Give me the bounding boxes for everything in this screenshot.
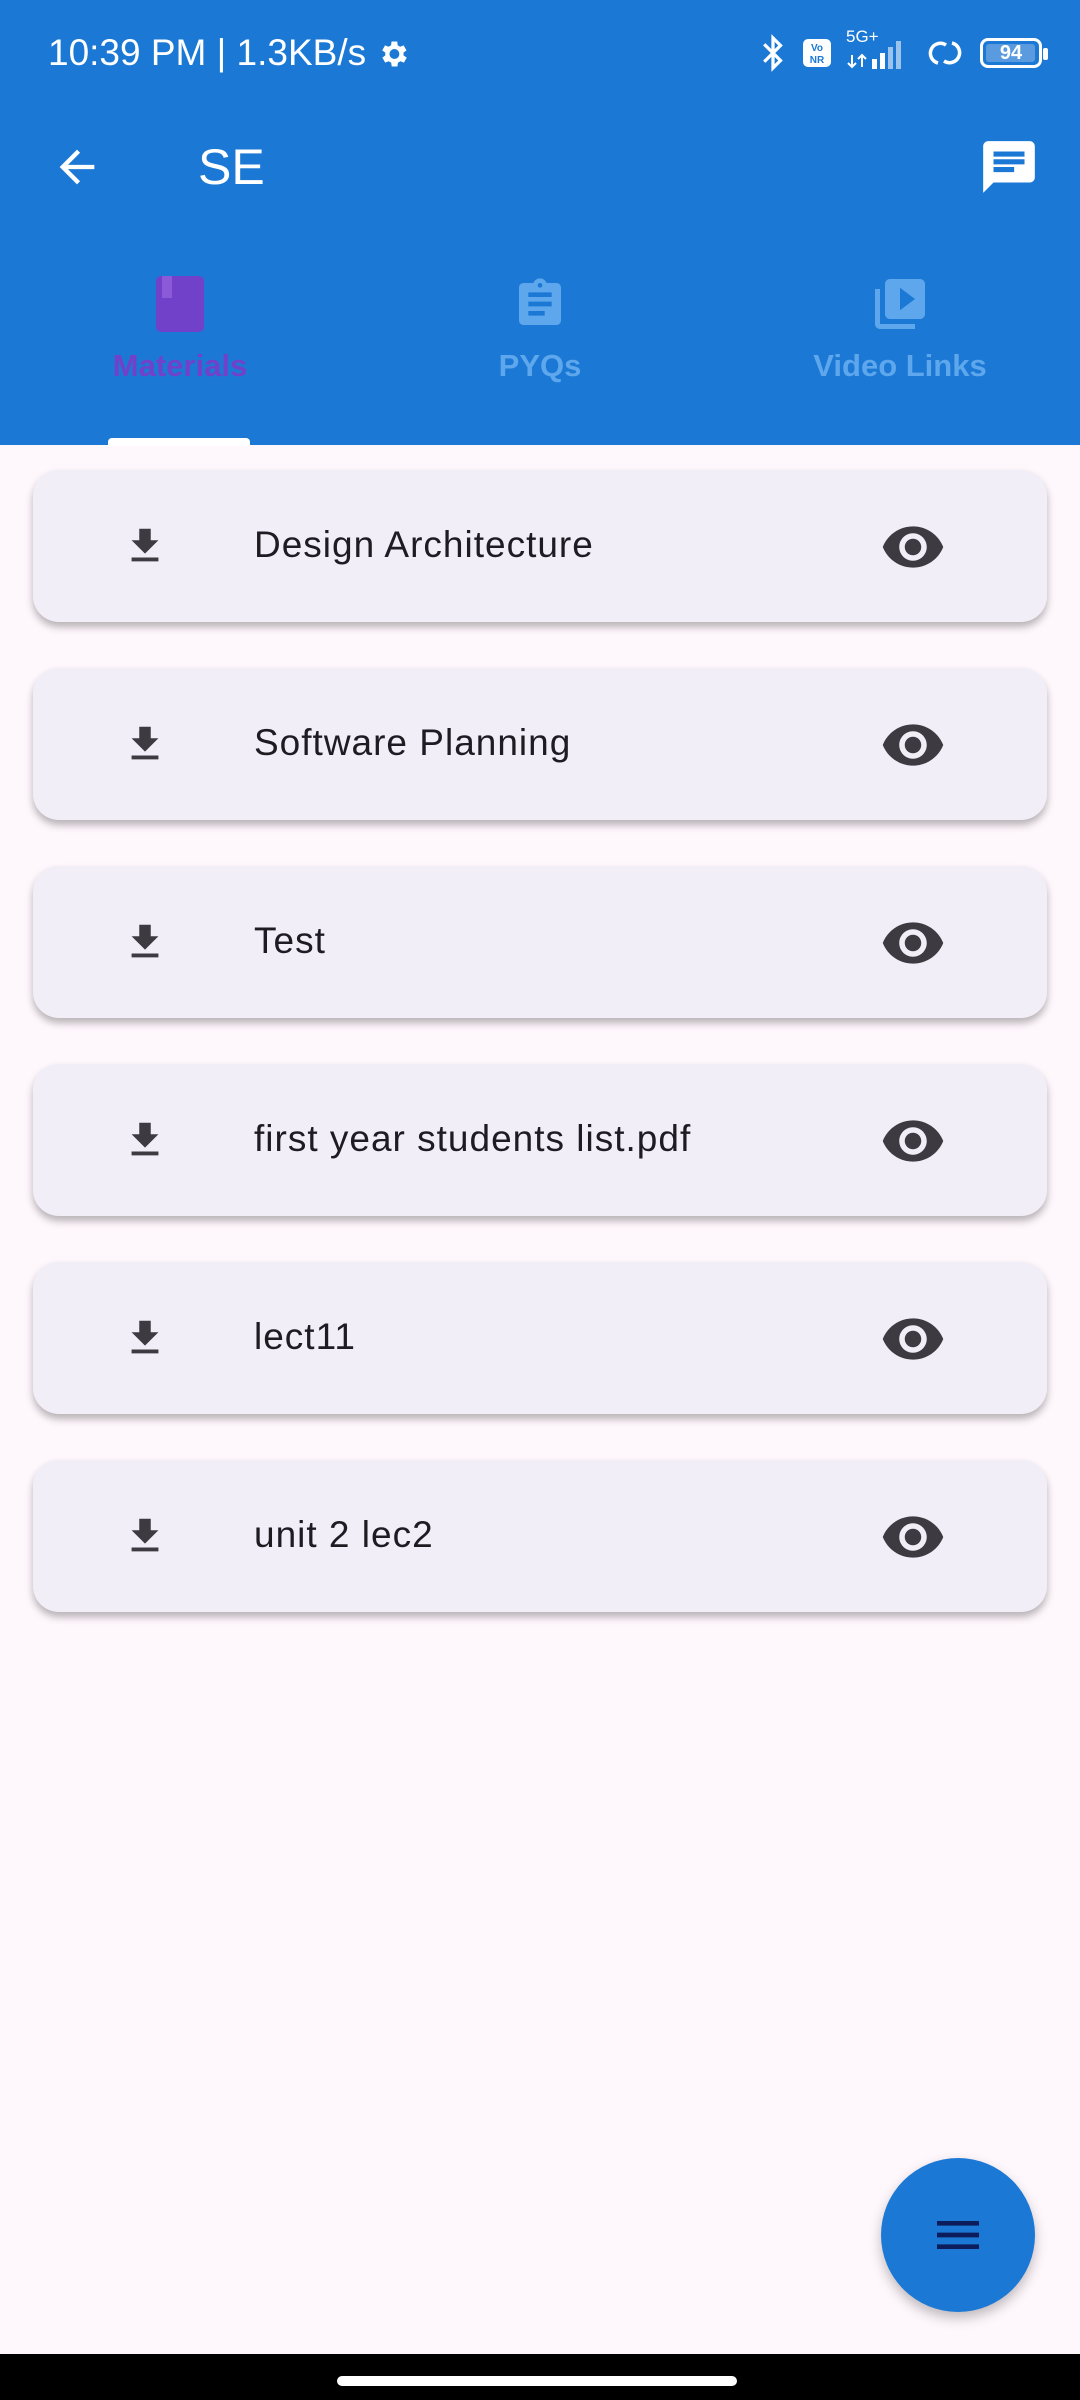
home-handle[interactable] <box>337 2376 737 2386</box>
material-name: Test <box>254 920 326 961</box>
tab-indicator <box>108 438 250 446</box>
list-item[interactable]: lect11 <box>33 1262 1047 1414</box>
materials-list: Design Architecture Software Planning Te… <box>33 470 1047 1658</box>
view-button[interactable] <box>878 908 948 978</box>
material-name: lect11 <box>254 1316 356 1357</box>
list-item[interactable]: Design Architecture <box>33 470 1047 622</box>
view-button[interactable] <box>878 1304 948 1374</box>
status-left: 10:39 PM | 1.3KB/s <box>48 30 410 76</box>
tab-label: PYQs <box>498 348 582 383</box>
list-item[interactable]: Test <box>33 866 1047 1018</box>
hotspot-icon <box>924 35 966 71</box>
download-button[interactable] <box>115 714 175 774</box>
settings-gear-icon <box>376 36 410 70</box>
status-time-speed: 10:39 PM | 1.3KB/s <box>48 32 367 73</box>
list-item[interactable]: Software Planning <box>33 668 1047 820</box>
svg-text:Vo: Vo <box>811 43 823 54</box>
eye-icon <box>882 724 944 766</box>
material-name: unit 2 lec2 <box>254 1514 434 1555</box>
signal-icon: 5G+ <box>846 27 910 73</box>
chat-button[interactable] <box>976 134 1042 200</box>
clipboard-icon <box>510 274 570 334</box>
tab-pyqs[interactable]: PYQs <box>360 260 720 445</box>
download-icon <box>131 1518 159 1552</box>
back-button[interactable] <box>44 134 110 200</box>
video-library-icon <box>870 274 930 334</box>
material-name: Software Planning <box>254 722 572 763</box>
menu-icon <box>937 2221 979 2249</box>
eye-icon <box>882 1318 944 1360</box>
tab-label: Materials <box>112 348 248 383</box>
network-type-label: 5G+ <box>846 27 879 46</box>
tab-bar: Materials PYQs Video Links <box>0 260 1080 445</box>
eye-icon <box>882 1120 944 1162</box>
download-button[interactable] <box>115 1308 175 1368</box>
tab-materials[interactable]: Materials <box>0 260 360 445</box>
menu-fab[interactable] <box>881 2158 1035 2312</box>
arrow-back-icon <box>59 149 95 185</box>
eye-icon <box>882 922 944 964</box>
download-icon <box>131 726 159 760</box>
download-icon <box>131 528 159 562</box>
list-item[interactable]: first year students list.pdf <box>33 1064 1047 1216</box>
volte-icon: Vo NR <box>802 38 832 68</box>
svg-text:NR: NR <box>810 55 825 66</box>
view-button[interactable] <box>878 1502 948 1572</box>
view-button[interactable] <box>878 1106 948 1176</box>
download-button[interactable] <box>115 1506 175 1566</box>
list-item[interactable]: unit 2 lec2 <box>33 1460 1047 1612</box>
material-name: first year students list.pdf <box>254 1118 692 1159</box>
app-bar: 10:39 PM | 1.3KB/s Vo NR 5G+ 94 SE Mater… <box>0 0 1080 445</box>
status-icons: Vo NR 5G+ 94 <box>758 27 1048 78</box>
tab-label: Video Links <box>813 348 987 383</box>
battery-level: 94 <box>999 41 1023 64</box>
gesture-nav-bar <box>0 2354 1080 2400</box>
download-icon <box>131 1122 159 1156</box>
material-name: Design Architecture <box>254 524 594 565</box>
status-bar: 10:39 PM | 1.3KB/s Vo NR 5G+ 94 <box>0 0 1080 106</box>
download-icon <box>131 1320 159 1354</box>
book-icon <box>150 274 210 334</box>
page-title: SE <box>198 139 265 195</box>
view-button[interactable] <box>878 710 948 780</box>
view-button[interactable] <box>878 512 948 582</box>
download-button[interactable] <box>115 1110 175 1170</box>
eye-icon <box>882 526 944 568</box>
download-button[interactable] <box>115 516 175 576</box>
download-icon <box>131 924 159 958</box>
eye-icon <box>882 1516 944 1558</box>
tab-video-links[interactable]: Video Links <box>720 260 1080 445</box>
bluetooth-icon <box>758 34 788 72</box>
download-button[interactable] <box>115 912 175 972</box>
battery-icon: 94 <box>980 38 1048 68</box>
chat-icon <box>983 141 1035 193</box>
